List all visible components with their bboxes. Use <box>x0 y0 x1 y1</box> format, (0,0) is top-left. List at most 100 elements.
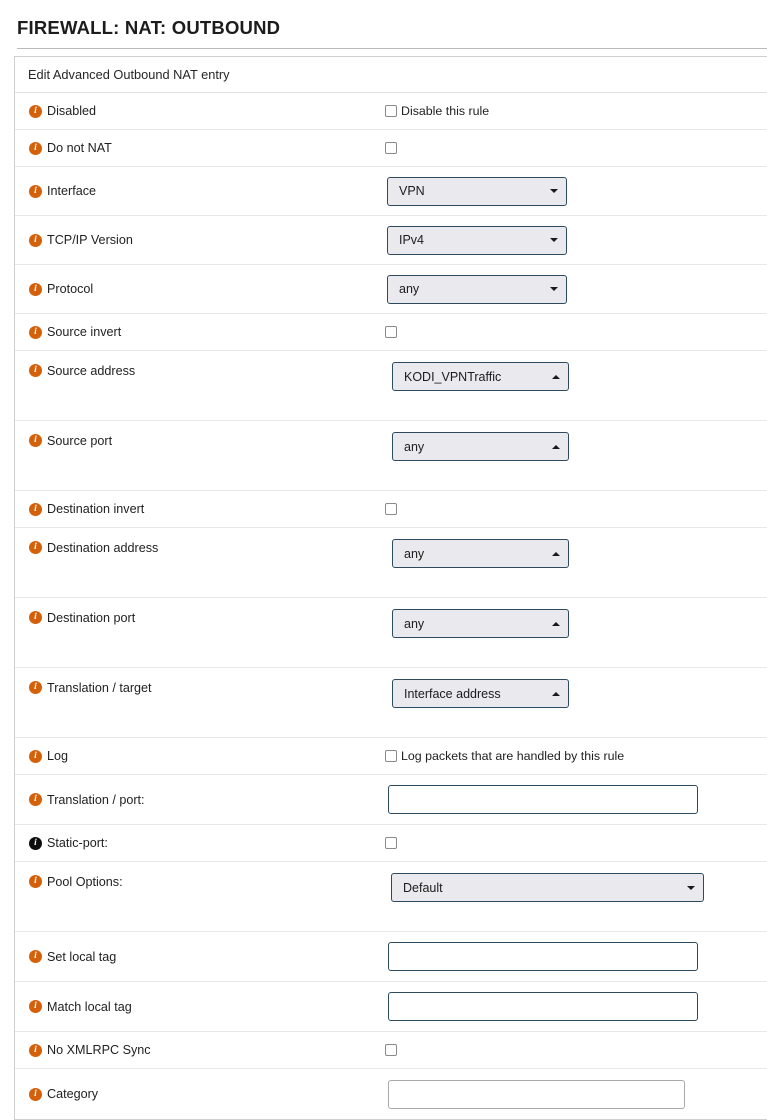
info-icon[interactable]: i <box>29 1088 42 1101</box>
field-label: Source address <box>47 364 135 378</box>
checkbox-box[interactable] <box>385 1044 397 1056</box>
select-destination-port[interactable]: any <box>392 609 569 638</box>
checkbox-source-invert[interactable] <box>385 326 401 338</box>
label-translation-target: i Translation / target <box>15 668 375 695</box>
info-icon[interactable]: i <box>29 793 42 806</box>
chevron-down-icon <box>550 287 558 291</box>
field-set-local-tag <box>375 942 767 971</box>
field-disabled: Disable this rule <box>375 104 767 118</box>
info-icon[interactable]: i <box>29 434 42 447</box>
checkbox-box[interactable] <box>385 837 397 849</box>
select-translation-target[interactable]: Interface address <box>392 679 569 708</box>
info-icon[interactable]: i <box>29 875 42 888</box>
select-value: any <box>404 440 542 454</box>
select-value: any <box>404 547 542 561</box>
field-static-port <box>375 837 767 849</box>
field-label: Disabled <box>47 104 96 118</box>
info-icon[interactable]: i <box>29 681 42 694</box>
select-tcpip-version[interactable]: IPv4 <box>387 226 567 255</box>
label-static-port: i Static-port: <box>15 836 375 850</box>
checkbox-static-port[interactable] <box>385 837 401 849</box>
form-row-translation-port: i Translation / port: <box>15 775 767 825</box>
checkbox-do-not-nat[interactable] <box>385 142 401 154</box>
info-icon[interactable]: i <box>29 1044 42 1057</box>
select-protocol[interactable]: any <box>387 275 567 304</box>
checkbox-box[interactable] <box>385 750 397 762</box>
field-label: Set local tag <box>47 950 116 964</box>
chevron-up-icon <box>552 445 560 449</box>
field-source-invert <box>375 326 767 338</box>
form-row-do-not-nat: i Do not NAT <box>15 130 767 167</box>
checkbox-box[interactable] <box>385 105 397 117</box>
field-label: Pool Options: <box>47 875 123 889</box>
form-row-static-port: i Static-port: <box>15 825 767 862</box>
field-translation-port <box>375 785 767 814</box>
label-protocol: i Protocol <box>15 282 375 296</box>
form-row-source-invert: i Source invert <box>15 314 767 351</box>
select-value: KODI_VPNTraffic <box>404 370 542 384</box>
category-input[interactable] <box>388 1080 685 1109</box>
info-icon[interactable]: i <box>29 142 42 155</box>
info-icon[interactable]: i <box>29 326 42 339</box>
checkbox-destination-invert[interactable] <box>385 503 401 515</box>
checkbox-disable-this-rule[interactable]: Disable this rule <box>385 104 489 118</box>
checkbox-box[interactable] <box>385 326 397 338</box>
field-label: Static-port: <box>47 836 108 850</box>
set-local-tag-input[interactable] <box>388 942 698 971</box>
form-row-protocol: i Protocol any <box>15 265 767 314</box>
checkbox-box[interactable] <box>385 142 397 154</box>
select-source-port[interactable]: any <box>392 432 569 461</box>
form-row-tcpip-version: i TCP/IP Version IPv4 <box>15 216 767 265</box>
title-divider <box>17 48 767 49</box>
chevron-down-icon <box>550 238 558 242</box>
chevron-up-icon <box>552 552 560 556</box>
info-icon[interactable]: i <box>29 364 42 377</box>
label-category: i Category <box>15 1087 375 1101</box>
label-tcpip-version: i TCP/IP Version <box>15 233 375 247</box>
checkbox-box[interactable] <box>385 503 397 515</box>
form-row-category: i Category <box>15 1069 767 1119</box>
info-icon[interactable]: i <box>29 234 42 247</box>
info-icon[interactable]: i <box>29 1000 42 1013</box>
form-row-match-local-tag: i Match local tag <box>15 982 767 1032</box>
info-icon[interactable]: i <box>29 837 42 850</box>
field-label: Match local tag <box>47 1000 132 1014</box>
info-icon[interactable]: i <box>29 503 42 516</box>
info-icon[interactable]: i <box>29 541 42 554</box>
select-destination-address[interactable]: any <box>392 539 569 568</box>
checkbox-label: Disable this rule <box>401 104 489 118</box>
info-icon[interactable]: i <box>29 283 42 296</box>
checkbox-no-xmlrpc-sync[interactable] <box>385 1044 401 1056</box>
info-icon[interactable]: i <box>29 105 42 118</box>
field-destination-port: any <box>375 598 767 638</box>
form-row-pool-options: i Pool Options: Default <box>15 862 767 932</box>
select-interface[interactable]: VPN <box>387 177 567 206</box>
select-source-address[interactable]: KODI_VPNTraffic <box>392 362 569 391</box>
form-row-interface: i Interface VPN <box>15 167 767 216</box>
field-label: Source port <box>47 434 112 448</box>
form-row-destination-invert: i Destination invert <box>15 491 767 528</box>
label-interface: i Interface <box>15 184 375 198</box>
info-icon[interactable]: i <box>29 750 42 763</box>
translation-port-input[interactable] <box>388 785 698 814</box>
info-icon[interactable]: i <box>29 185 42 198</box>
checkbox-log-packets[interactable]: Log packets that are handled by this rul… <box>385 749 624 763</box>
chevron-down-icon <box>687 886 695 890</box>
form-row-destination-address: i Destination address any <box>15 528 767 598</box>
label-log: i Log <box>15 749 375 763</box>
field-protocol: any <box>375 275 767 304</box>
match-local-tag-input[interactable] <box>388 992 698 1021</box>
form-row-no-xmlrpc-sync: i No XMLRPC Sync <box>15 1032 767 1069</box>
field-label: Category <box>47 1087 98 1101</box>
field-source-address: KODI_VPNTraffic <box>375 351 767 391</box>
page-title: FIREWALL: NAT: OUTBOUND <box>0 0 767 39</box>
info-icon[interactable]: i <box>29 611 42 624</box>
field-label: Destination port <box>47 611 135 625</box>
select-pool-options[interactable]: Default <box>391 873 704 902</box>
field-label: Translation / target <box>47 681 152 695</box>
form-row-translation-target: i Translation / target Interface address <box>15 668 767 738</box>
form-row-set-local-tag: i Set local tag <box>15 932 767 982</box>
info-icon[interactable]: i <box>29 950 42 963</box>
select-value: any <box>404 617 542 631</box>
field-label: Source invert <box>47 325 121 339</box>
